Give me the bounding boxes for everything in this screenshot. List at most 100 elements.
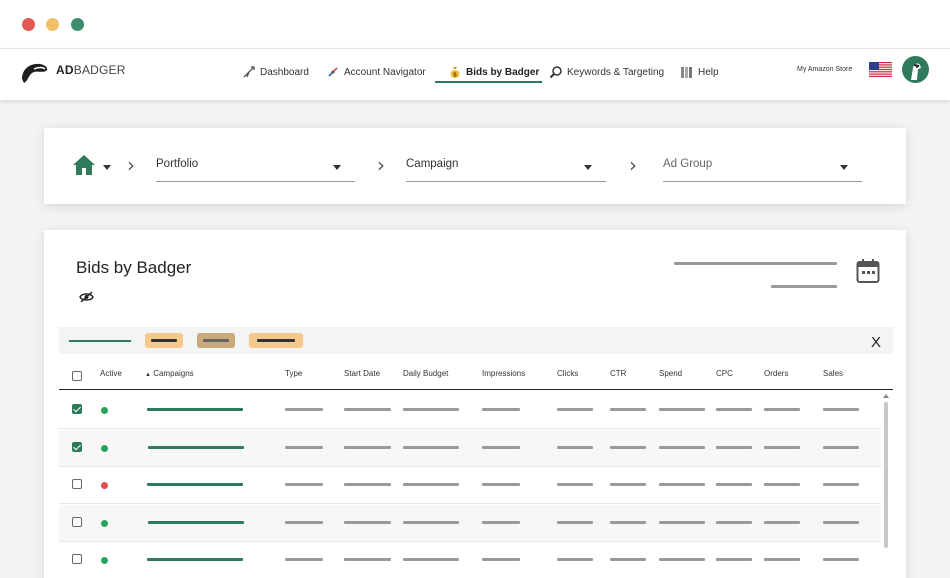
adbadger-logo-icon[interactable]: [18, 57, 58, 89]
table-scrollbar[interactable]: [883, 394, 889, 578]
window-minimize-button[interactable]: [46, 18, 59, 31]
money-bag-icon: $: [448, 65, 462, 79]
table-cell-placeholder: [285, 445, 323, 449]
eye-off-icon[interactable]: [79, 291, 94, 303]
column-spend[interactable]: Spend: [659, 369, 682, 378]
badger-avatar-icon[interactable]: [902, 56, 929, 83]
column-start-date[interactable]: Start Date: [344, 369, 380, 378]
table-cell-placeholder: [716, 558, 752, 561]
calendar-icon[interactable]: [856, 258, 880, 284]
nav-dashboard[interactable]: Dashboard: [242, 65, 309, 79]
filter-chip[interactable]: [145, 333, 183, 348]
filter-chip[interactable]: [249, 333, 303, 348]
column-type[interactable]: Type: [285, 369, 302, 378]
table-cell-placeholder: [285, 408, 323, 411]
my-amazon-store-link[interactable]: My Amazon Store: [797, 66, 852, 73]
portfolio-select[interactable]: Portfolio: [156, 157, 355, 182]
nav-help[interactable]: Help: [680, 65, 719, 79]
table-row[interactable]: [59, 467, 881, 504]
brand-name[interactable]: ADBADGER: [56, 63, 126, 77]
table-cell-placeholder: [823, 445, 859, 449]
table-cell-placeholder: [823, 483, 859, 486]
table-cell-placeholder: [610, 558, 646, 561]
row-checkbox[interactable]: [72, 441, 82, 452]
bids-card: Bids by Badger X Active ▲ Campaigns Type…: [44, 230, 906, 578]
select-all-checkbox[interactable]: [72, 371, 82, 381]
ad-group-select[interactable]: Ad Group: [663, 157, 862, 182]
column-campaigns[interactable]: ▲ Campaigns: [145, 369, 194, 378]
breadcrumb-chevron-icon: ›: [629, 153, 637, 177]
nav-dashboard-label: Dashboard: [260, 66, 309, 78]
table-cell-placeholder: [482, 408, 520, 411]
table-cell-placeholder: [344, 558, 391, 561]
table-cell-placeholder: [344, 483, 391, 486]
ad-group-select-label: Ad Group: [663, 158, 713, 170]
table-row[interactable]: [59, 542, 881, 578]
campaign-name-placeholder[interactable]: [147, 558, 243, 561]
window-maximize-button[interactable]: [71, 18, 84, 31]
table-cell-placeholder: [823, 558, 859, 561]
table-cell-placeholder: [482, 520, 520, 524]
table-cell-placeholder: [610, 408, 646, 411]
nav-keywords-targeting[interactable]: Keywords & Targeting: [549, 65, 664, 79]
row-checkbox[interactable]: [72, 516, 82, 527]
campaign-select-label: Campaign: [406, 158, 459, 170]
column-active[interactable]: Active: [100, 369, 122, 378]
nav-account-navigator[interactable]: Account Navigator: [326, 65, 426, 79]
books-icon: [680, 65, 694, 79]
table-cell-placeholder: [482, 483, 520, 486]
column-cpc[interactable]: CPC: [716, 369, 733, 378]
status-dot: [101, 557, 108, 564]
table-cell-placeholder: [659, 445, 705, 449]
campaign-name-placeholder[interactable]: [147, 408, 243, 411]
home-dropdown[interactable]: [72, 154, 111, 181]
column-clicks[interactable]: Clicks: [557, 369, 578, 378]
table-cell-placeholder: [344, 408, 391, 411]
window-close-button[interactable]: [22, 18, 35, 31]
table-cell-placeholder: [610, 483, 646, 486]
breadcrumb-chevron-icon: ›: [377, 153, 385, 177]
filter-chip[interactable]: [197, 333, 235, 348]
table-row[interactable]: [59, 429, 881, 467]
column-daily-budget[interactable]: Daily Budget: [403, 369, 448, 378]
row-checkbox[interactable]: [72, 554, 82, 564]
table-cell-placeholder: [764, 483, 800, 486]
table-header: Active ▲ Campaigns Type Start Date Daily…: [59, 362, 893, 390]
table-cell-placeholder: [659, 408, 705, 411]
campaign-select[interactable]: Campaign: [406, 157, 606, 182]
filter-summary-line: [69, 340, 131, 342]
table-cell-placeholder: [482, 445, 520, 449]
table-cell-placeholder: [659, 558, 705, 561]
nav-bids-by-badger[interactable]: $ Bids by Badger: [448, 65, 539, 79]
column-orders[interactable]: Orders: [764, 369, 788, 378]
column-impressions[interactable]: Impressions: [482, 369, 525, 378]
status-dot: [101, 444, 108, 452]
table-cell-placeholder: [764, 558, 800, 561]
us-flag-icon[interactable]: [869, 62, 892, 77]
table-cell-placeholder: [344, 445, 391, 449]
campaign-name-placeholder[interactable]: [148, 520, 244, 524]
window-titlebar: [0, 0, 950, 48]
status-dot: [101, 482, 108, 489]
svg-text:$: $: [453, 72, 457, 79]
scrollbar-thumb[interactable]: [884, 402, 888, 548]
campaign-name-placeholder[interactable]: [147, 483, 243, 486]
ad-group-caret-icon: [840, 165, 848, 170]
campaign-name-placeholder[interactable]: [148, 445, 244, 449]
table-row[interactable]: [59, 392, 881, 429]
scroll-up-icon[interactable]: [883, 394, 889, 398]
row-checkbox[interactable]: [72, 479, 82, 489]
clear-filters-button[interactable]: X: [871, 334, 881, 351]
column-ctr[interactable]: CTR: [610, 369, 626, 378]
row-checkbox[interactable]: [72, 404, 82, 414]
table-cell-placeholder: [403, 445, 459, 449]
table-cell-placeholder: [403, 408, 459, 411]
table-cell-placeholder: [482, 558, 520, 561]
table-row[interactable]: [59, 504, 881, 542]
table-cell-placeholder: [557, 520, 593, 524]
portfolio-caret-icon: [333, 165, 341, 170]
nav-keywords-targeting-label: Keywords & Targeting: [567, 66, 665, 78]
column-sales[interactable]: Sales: [823, 369, 843, 378]
date-range-placeholder: [674, 262, 837, 265]
campaign-caret-icon: [584, 165, 592, 170]
